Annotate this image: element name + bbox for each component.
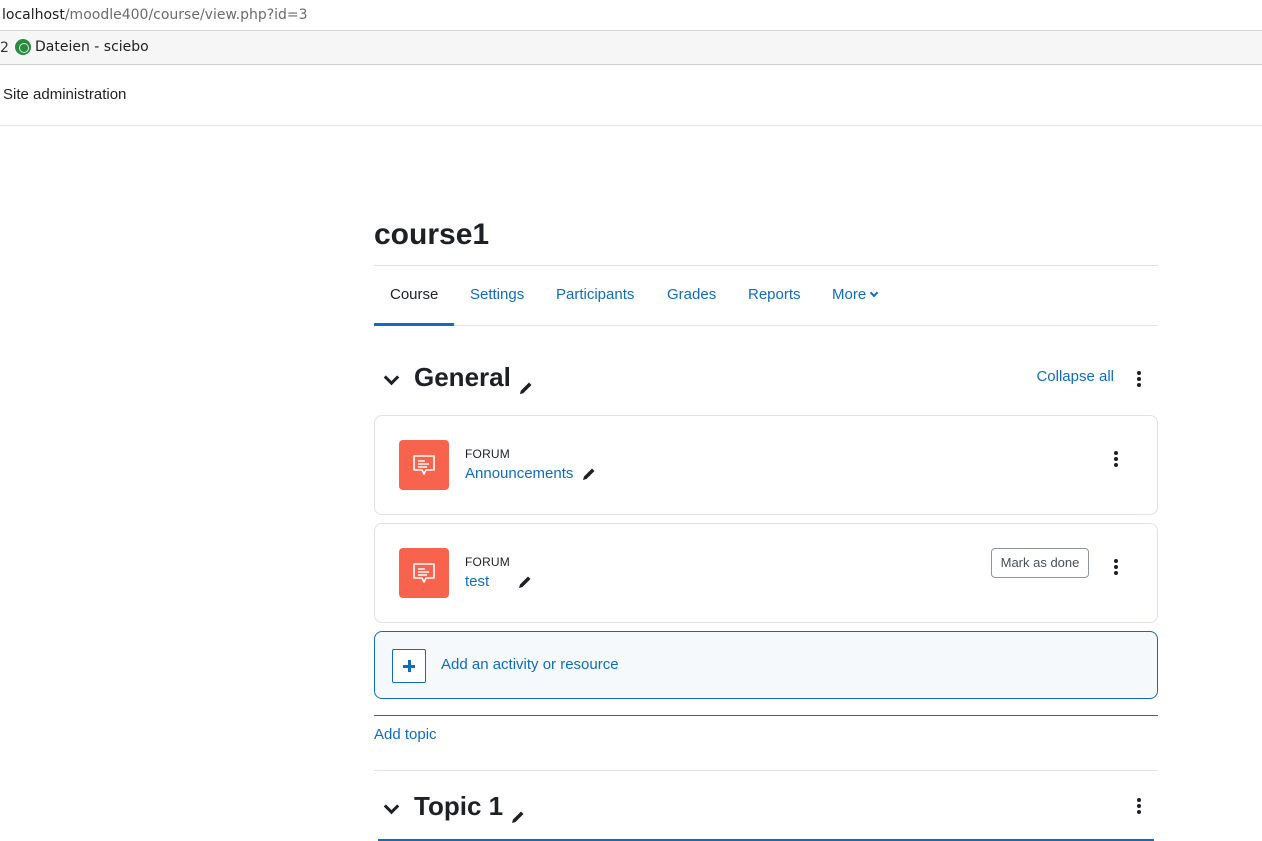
sciebo-favicon-icon xyxy=(15,39,31,55)
pencil-icon[interactable] xyxy=(510,800,526,824)
secondary-navigation: Course Settings Participants Grades Repo… xyxy=(374,265,1158,326)
section-divider xyxy=(374,715,1158,716)
section-title: Topic 1 xyxy=(414,790,526,824)
url-path: /moodle400/course/view.php?id=3 xyxy=(64,7,308,23)
collapse-all-link[interactable]: Collapse all xyxy=(1036,368,1114,385)
tab-label: Grades xyxy=(667,286,717,303)
activity-card: FORUM test Mark as done xyxy=(374,523,1158,623)
tab-label: Participants xyxy=(556,286,635,303)
url-text[interactable]: localhost/moodle400/course/view.php?id=3 xyxy=(2,0,308,31)
activity-card: FORUM Announcements xyxy=(374,415,1158,515)
activity-type: FORUM xyxy=(465,555,510,569)
kebab-menu-icon[interactable] xyxy=(1136,798,1142,814)
kebab-menu-icon[interactable] xyxy=(1113,559,1119,575)
pencil-icon[interactable] xyxy=(581,466,597,482)
tab-label: More xyxy=(832,286,867,303)
tab-grades[interactable]: Grades xyxy=(651,266,732,326)
chevron-down-icon[interactable] xyxy=(384,801,398,815)
kebab-menu-icon[interactable] xyxy=(1136,371,1142,387)
section-title-text: Topic 1 xyxy=(414,791,504,821)
activity-type: FORUM xyxy=(465,447,510,461)
chevron-down-icon[interactable] xyxy=(384,372,398,386)
forum-icon[interactable] xyxy=(399,548,449,598)
activity-name-link[interactable]: test xyxy=(465,573,489,590)
section-title-text: General xyxy=(414,362,511,392)
bookmark-fragment[interactable]: 2 xyxy=(0,40,9,56)
mark-as-done-button[interactable]: Mark as done xyxy=(991,548,1089,578)
bookmark-label: Dateien - sciebo xyxy=(35,39,149,55)
moodle-top-nav: Site administration xyxy=(0,65,1262,126)
tab-label: Reports xyxy=(748,286,801,303)
plus-icon xyxy=(392,649,426,683)
pencil-icon[interactable] xyxy=(517,574,533,590)
chevron-down-icon xyxy=(869,288,879,298)
add-topic-link[interactable]: Add topic xyxy=(374,726,437,743)
browser-url-bar[interactable]: localhost/moodle400/course/view.php?id=3 xyxy=(0,0,1262,31)
pencil-icon[interactable] xyxy=(518,371,534,395)
section-topic1-header: Topic 1 xyxy=(374,790,1158,830)
tab-course[interactable]: Course xyxy=(374,266,455,326)
section-divider xyxy=(374,770,1158,771)
section-title: General xyxy=(414,361,534,395)
tab-reports[interactable]: Reports xyxy=(732,266,817,326)
kebab-menu-icon[interactable] xyxy=(1113,451,1119,467)
add-activity-label: Add an activity or resource xyxy=(441,656,619,673)
tab-more[interactable]: More xyxy=(816,266,893,326)
tab-settings[interactable]: Settings xyxy=(454,266,540,326)
bookmark-dateien-sciebo[interactable]: Dateien - sciebo xyxy=(15,39,149,55)
tab-participants[interactable]: Participants xyxy=(540,266,650,326)
page-title: course1 xyxy=(374,218,490,251)
tab-label: Course xyxy=(390,286,439,303)
nav-site-administration[interactable]: Site administration xyxy=(3,86,126,103)
add-activity-button[interactable]: Add an activity or resource xyxy=(374,631,1158,699)
bookmarks-bar: 2 Dateien - sciebo xyxy=(0,31,1262,65)
tab-label: Settings xyxy=(470,286,525,303)
forum-icon[interactable] xyxy=(399,440,449,490)
activity-name-link[interactable]: Announcements xyxy=(465,465,573,482)
url-host: localhost xyxy=(2,7,65,23)
section-general-header: General Collapse all xyxy=(374,361,1158,401)
